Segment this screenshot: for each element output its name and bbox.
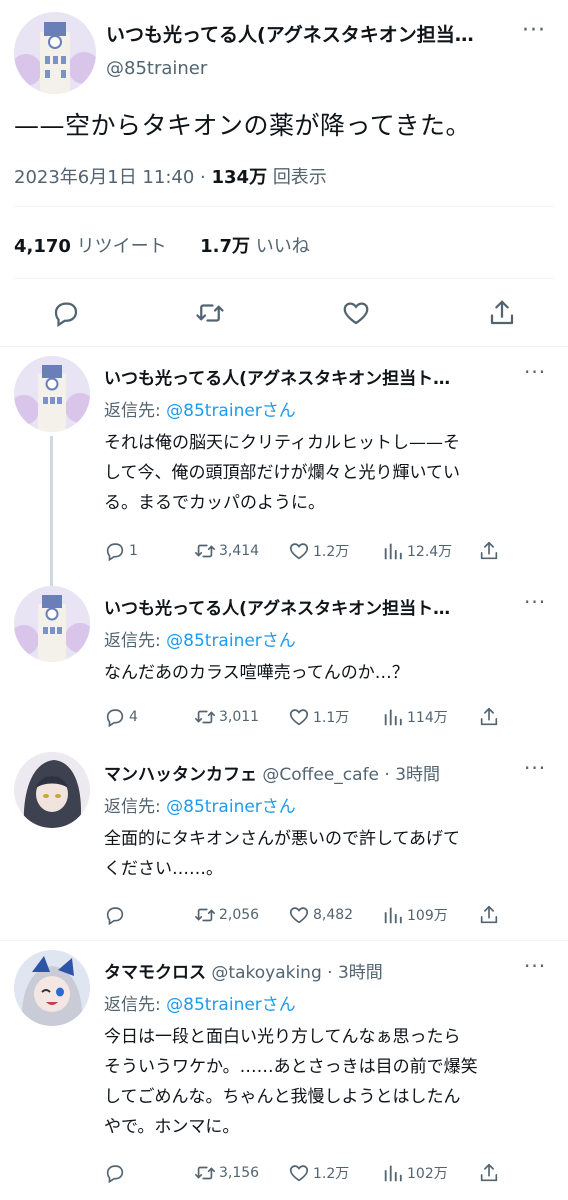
more-icon[interactable]: ···: [522, 18, 546, 43]
reply-author-name[interactable]: マンハッタンカフェ: [104, 765, 257, 785]
reply-text: なんだあのカラス喧嘩売ってんのか…？: [104, 663, 409, 683]
retweet-button[interactable]: 2,056: [194, 904, 259, 926]
reply-icon: [104, 540, 126, 562]
like-icon: [341, 298, 371, 328]
like-button[interactable]: 1.1万: [288, 706, 349, 728]
divider: [14, 206, 554, 207]
share-icon: [478, 1162, 500, 1184]
like-button[interactable]: 8,482: [288, 904, 353, 926]
reply-icon: [104, 706, 126, 728]
reply-author-handle[interactable]: @Coffee_cafe: [262, 765, 379, 785]
share-icon: [478, 540, 500, 562]
like-button[interactable]: [336, 296, 376, 330]
reply-author-handle[interactable]: @takoyaking: [211, 963, 321, 983]
reply-to-link[interactable]: @85trainerさん: [166, 631, 296, 651]
reply-icon: [104, 904, 126, 926]
share-button[interactable]: [478, 904, 503, 926]
reply-avatar[interactable]: [14, 950, 90, 1026]
reply-to: 返信先: @85trainerさん: [104, 401, 296, 421]
retweet-icon: [194, 706, 216, 728]
reply-text: 全面的にタキオンさんが悪いので許してあげて ください……。: [104, 829, 460, 879]
reply-button[interactable]: 1: [104, 540, 138, 562]
reply-avatar[interactable]: [14, 752, 90, 828]
reply-header: いつも光ってる人(アグネスタキオン担当ト…: [104, 364, 524, 389]
divider: [0, 940, 568, 941]
views-icon: [382, 540, 404, 562]
reply-to: 返信先: @85trainerさん: [104, 631, 296, 651]
divider: [0, 346, 568, 347]
reply-avatar[interactable]: [14, 586, 90, 662]
more-icon[interactable]: ···: [524, 954, 546, 978]
reply-button[interactable]: 4: [104, 706, 138, 728]
retweet-icon: [194, 904, 216, 926]
reply-avatar[interactable]: [14, 356, 90, 432]
like-stat[interactable]: 1.7万 いいね: [200, 236, 310, 257]
views-button[interactable]: 109万: [382, 904, 448, 926]
like-icon: [288, 540, 310, 562]
views-button[interactable]: 102万: [382, 1162, 448, 1184]
reply-icon: [51, 298, 81, 328]
reply-author-name[interactable]: いつも光ってる人(アグネスタキオン担当ト…: [104, 599, 450, 619]
share-button[interactable]: [478, 1162, 503, 1184]
like-icon: [288, 706, 310, 728]
reply-time[interactable]: · 3時間: [384, 765, 440, 785]
retweet-button[interactable]: 3,011: [194, 706, 259, 728]
reply-button[interactable]: [46, 296, 86, 330]
divider: [14, 278, 554, 279]
reply-to-link[interactable]: @85trainerさん: [166, 995, 296, 1015]
engagement-stats: 4,170 リツイート 1.7万 いいね: [14, 232, 310, 258]
reply-to: 返信先: @85trainerさん: [104, 797, 296, 817]
retweet-button[interactable]: 3,414: [194, 540, 259, 562]
reply-header: タマモクロス @takoyaking · 3時間: [104, 958, 524, 983]
share-button[interactable]: [478, 706, 503, 728]
reply-button[interactable]: [104, 1162, 129, 1184]
views-count: 134万: [211, 167, 268, 188]
thread-line: [50, 436, 53, 586]
share-icon: [478, 706, 500, 728]
timestamp[interactable]: 2023年6月1日 11:40: [14, 167, 194, 188]
tweet-text: ——空からタキオンの薬が降ってきた。: [14, 111, 472, 140]
tweet-meta: 2023年6月1日 11:40 · 134万 回表示: [14, 167, 327, 188]
reply-text: それは俺の脳天にクリティカルヒットし——そ して今、俺の頭頂部だけが爛々と光り輝…: [104, 433, 460, 513]
like-icon: [288, 1162, 310, 1184]
views-button[interactable]: 114万: [382, 706, 448, 728]
reply-header: いつも光ってる人(アグネスタキオン担当ト…: [104, 594, 524, 619]
retweet-button[interactable]: [190, 296, 230, 330]
share-icon: [487, 298, 517, 328]
reply-author-name[interactable]: タマモクロス: [104, 963, 206, 983]
share-button[interactable]: [482, 296, 522, 330]
views-icon: [382, 1162, 404, 1184]
reply-to: 返信先: @85trainerさん: [104, 995, 296, 1015]
views-icon: [382, 904, 404, 926]
like-button[interactable]: 1.2万: [288, 540, 349, 562]
more-icon[interactable]: ···: [524, 756, 546, 780]
author-handle[interactable]: @85trainer: [106, 58, 207, 79]
reply-button[interactable]: [104, 904, 129, 926]
reply-icon: [104, 1162, 126, 1184]
reply-text: 今日は一段と面白い光り方してんなぁ思ったら そういうワケか。……あとさっきは目の…: [104, 1027, 478, 1137]
retweet-icon: [195, 298, 225, 328]
retweet-icon: [194, 540, 216, 562]
author-name[interactable]: いつも光ってる人(アグネスタキオン担当…: [106, 20, 526, 47]
share-button[interactable]: [478, 540, 503, 562]
like-button[interactable]: 1.2万: [288, 1162, 349, 1184]
retweet-button[interactable]: 3,156: [194, 1162, 259, 1184]
views-icon: [382, 706, 404, 728]
retweet-stat[interactable]: 4,170 リツイート: [14, 236, 167, 257]
reply-to-link[interactable]: @85trainerさん: [166, 797, 296, 817]
reply-to-link[interactable]: @85trainerさん: [166, 401, 296, 421]
retweet-icon: [194, 1162, 216, 1184]
share-icon: [478, 904, 500, 926]
reply-author-name[interactable]: いつも光ってる人(アグネスタキオン担当ト…: [104, 369, 450, 389]
main-avatar[interactable]: [14, 12, 96, 94]
reply-time[interactable]: · 3時間: [327, 963, 383, 983]
views-label: 回表示: [272, 167, 327, 188]
more-icon[interactable]: ···: [524, 360, 546, 384]
views-button[interactable]: 12.4万: [382, 540, 452, 562]
reply-header: マンハッタンカフェ @Coffee_cafe · 3時間: [104, 760, 524, 785]
more-icon[interactable]: ···: [524, 590, 546, 614]
like-icon: [288, 904, 310, 926]
